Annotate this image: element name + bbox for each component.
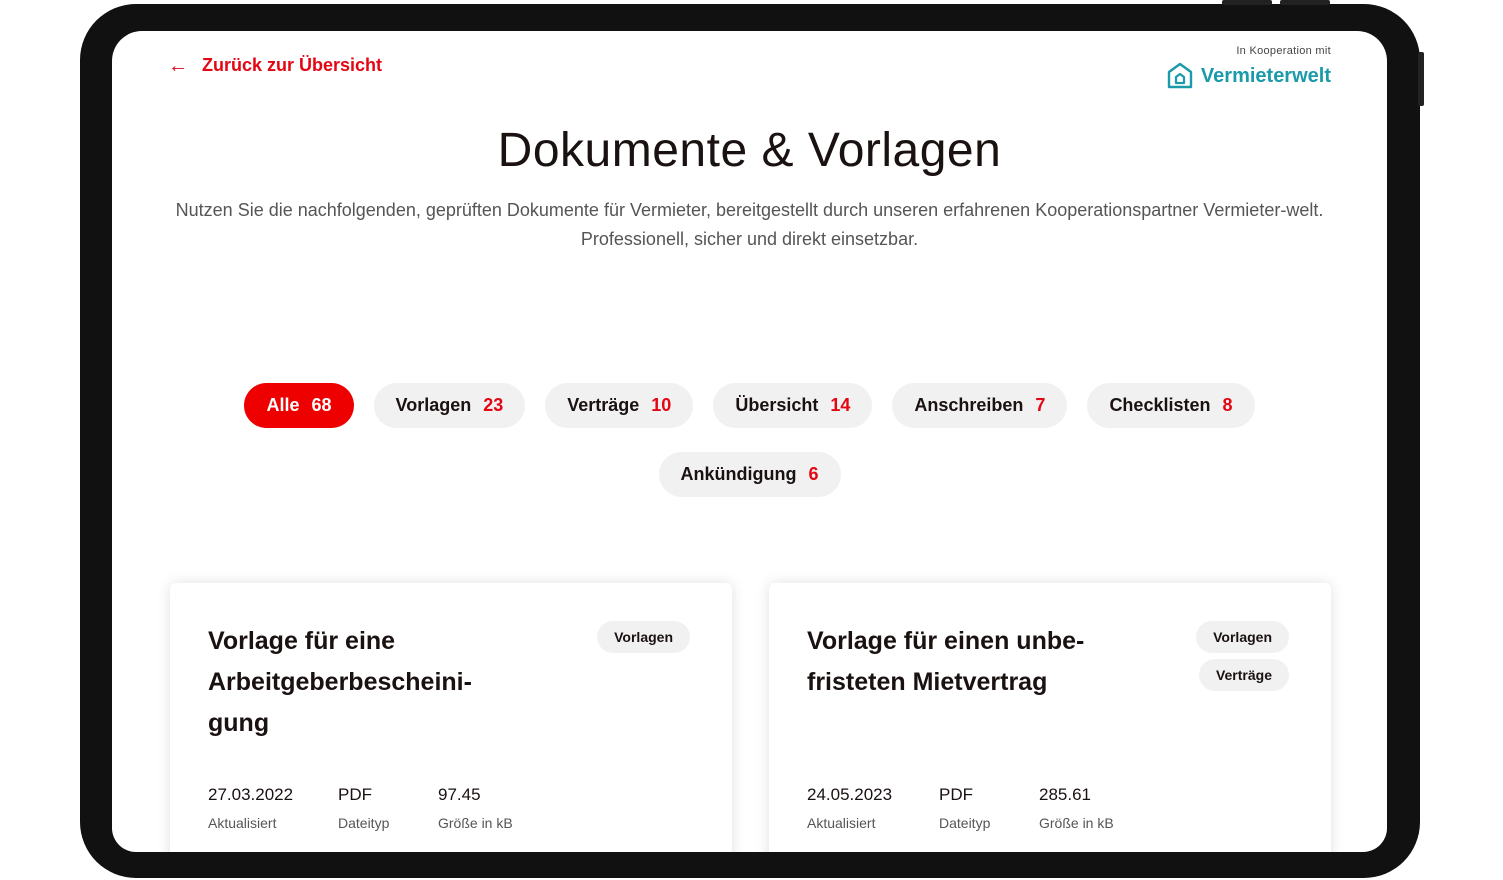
brand-name: Vermieterwelt: [1200, 64, 1331, 87]
back-link[interactable]: ← Zurück zur Übersicht: [168, 55, 382, 76]
filter-count: 23: [483, 395, 504, 415]
filter-chip-vertraege[interactable]: Verträge 10: [545, 383, 694, 428]
document-title: Vorlage für eine Arbeitgeberbescheini-gu…: [208, 627, 472, 737]
filter-chip-anschreiben[interactable]: Anschreiben 7: [892, 383, 1068, 428]
filter-label: Verträge: [567, 395, 640, 415]
tag-list: Vorlagen: [597, 621, 690, 653]
filter-label: Anschreiben: [914, 395, 1024, 415]
updated-date: 27.03.2022: [208, 785, 294, 804]
document-card[interactable]: Vorlage für einen unbe-fristeten Mietver…: [769, 583, 1331, 852]
filter-bar: Alle 68 Vorlagen 23 Verträge 10 Übersich…: [112, 383, 1387, 497]
filter-label: Checklisten: [1109, 395, 1211, 415]
tablet-button: [1222, 0, 1272, 5]
updated-date: 24.05.2023: [807, 785, 893, 804]
document-meta: 27.03.2022 Aktualisiert PDF Dateityp 97.…: [208, 785, 553, 831]
file-type-label: Dateityp: [939, 815, 991, 831]
filter-chip-ankuendigung[interactable]: Ankündigung 6: [658, 452, 841, 497]
cooperation-label: In Kooperation mit: [1236, 45, 1331, 57]
file-size-label: Größe in kB: [438, 815, 513, 831]
file-type: PDF: [939, 785, 973, 804]
filter-chip-uebersicht[interactable]: Übersicht 14: [713, 383, 873, 428]
house-icon: [1167, 62, 1193, 89]
document-title: Vorlage für einen unbe-fristeten Mietver…: [807, 627, 1085, 696]
filter-count: 68: [311, 395, 332, 415]
tag-badge[interactable]: Verträge: [1198, 659, 1289, 691]
filter-count: 10: [651, 395, 672, 415]
file-type-label: Dateityp: [338, 815, 390, 831]
arrow-left-icon: ←: [168, 54, 188, 77]
updated-label: Aktualisiert: [208, 815, 277, 831]
filter-label: Alle: [266, 395, 300, 415]
back-link-label: Zurück zur Übersicht: [202, 55, 383, 75]
updated-label: Aktualisiert: [807, 815, 876, 831]
filter-chip-alle[interactable]: Alle 68: [244, 383, 354, 428]
filter-chip-vorlagen[interactable]: Vorlagen 23: [373, 383, 526, 428]
brand-logo[interactable]: Vermieterwelt: [1165, 61, 1331, 91]
tablet-screen: ← Zurück zur Übersicht In Kooperation mi…: [112, 31, 1387, 852]
cooperation-badge: In Kooperation mit Vermieterwelt: [1165, 45, 1331, 91]
file-size: 285.61: [1039, 785, 1091, 804]
page-subtitle: Nutzen Sie die nachfolgenden, geprüften …: [175, 200, 1324, 249]
file-type: PDF: [338, 785, 372, 804]
document-card[interactable]: Vorlage für eine Arbeitgeberbescheini-gu…: [170, 583, 732, 852]
tag-badge[interactable]: Vorlagen: [597, 621, 690, 653]
page-title: Dokumente & Vorlagen: [497, 124, 1002, 177]
filter-chip-checklisten[interactable]: Checklisten 8: [1087, 383, 1255, 428]
filter-count: 14: [830, 395, 851, 415]
tag-badge[interactable]: Vorlagen: [1196, 621, 1289, 653]
file-size: 97.45: [438, 785, 481, 804]
filter-label: Vorlagen: [395, 395, 472, 415]
filter-label: Übersicht: [735, 395, 819, 415]
file-size-label: Größe in kB: [1039, 815, 1114, 831]
filter-label: Ankündigung: [680, 464, 797, 484]
tablet-button: [1280, 0, 1330, 5]
filter-count: 6: [808, 464, 819, 484]
filter-count: 8: [1222, 395, 1233, 415]
tag-list: Vorlagen Verträge: [1196, 621, 1289, 691]
tablet-button: [1418, 52, 1424, 106]
filter-count: 7: [1035, 395, 1046, 415]
document-meta: 24.05.2023 Aktualisiert PDF Dateityp 285…: [807, 785, 1154, 831]
